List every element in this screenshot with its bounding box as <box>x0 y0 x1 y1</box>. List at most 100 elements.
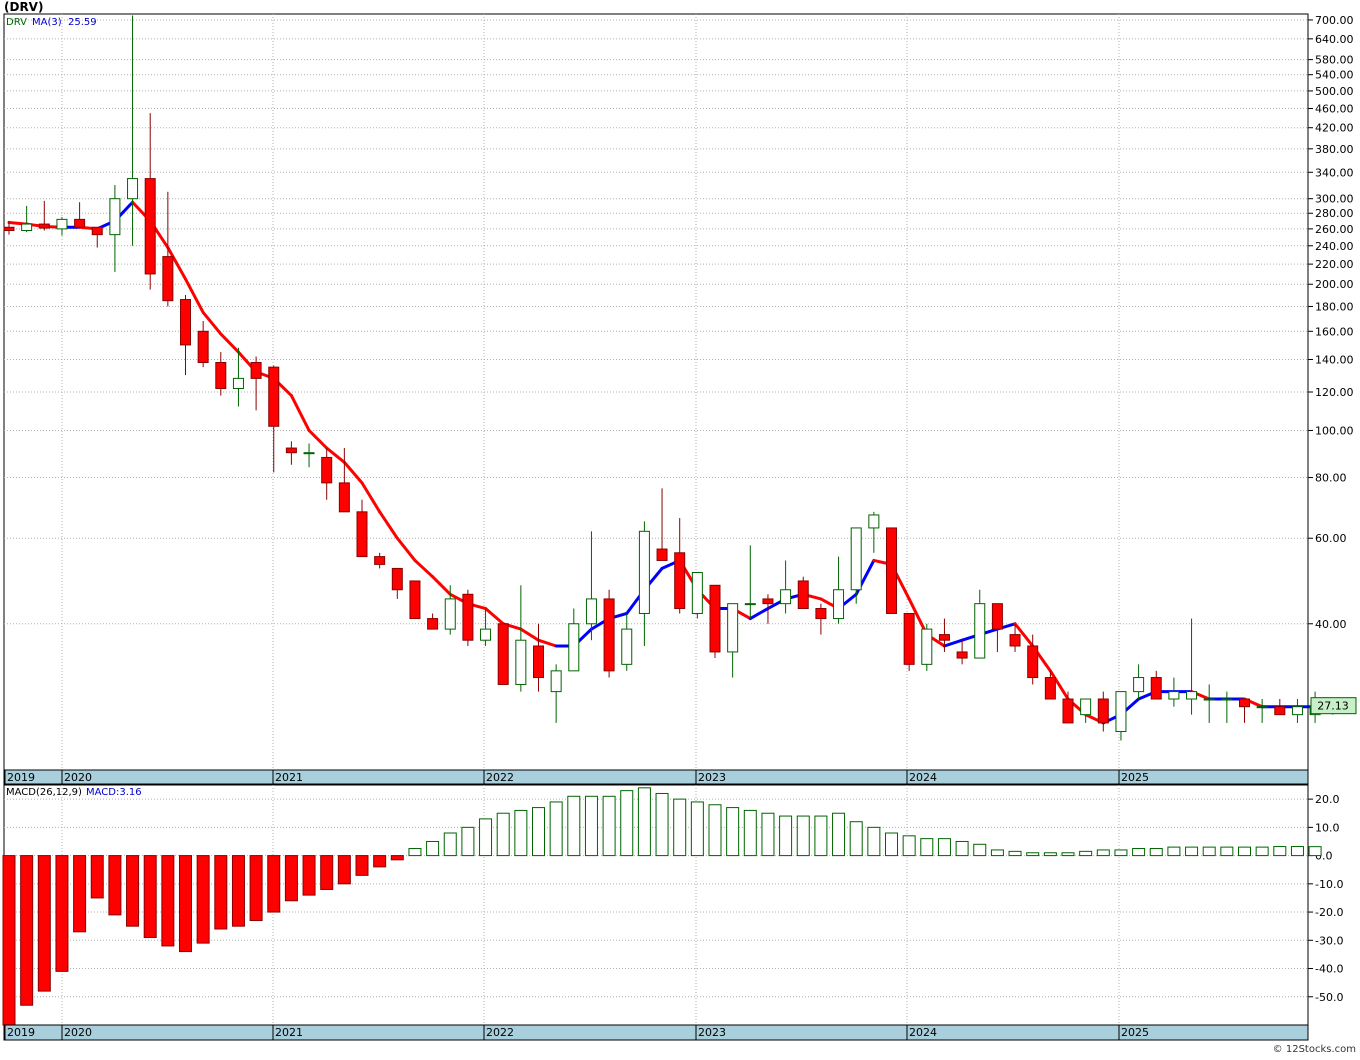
macd-bar <box>496 812 510 857</box>
macd-bar <box>1043 852 1057 857</box>
candle-body <box>144 178 156 275</box>
macd-bar <box>196 855 210 944</box>
price-tick-label: 380.00 <box>1315 143 1354 156</box>
macd-bar <box>637 787 651 857</box>
price-tick-label: 140.00 <box>1315 353 1354 366</box>
candle-body <box>391 567 403 591</box>
macd-bar <box>937 838 951 857</box>
macd-bar <box>849 821 863 857</box>
date-label: 2024 <box>909 771 937 784</box>
date-label: 2021 <box>275 771 303 784</box>
price-tick-label: 500.00 <box>1315 85 1354 98</box>
date-label: 2020 <box>64 771 92 784</box>
macd-bar <box>867 826 881 857</box>
candle-body <box>709 584 721 653</box>
price-tick-label: 100.00 <box>1315 424 1354 437</box>
candle-body <box>674 552 686 610</box>
candle-body <box>303 452 315 455</box>
macd-bar <box>1202 846 1216 857</box>
candle-body <box>603 598 615 672</box>
candle-body <box>444 598 456 630</box>
candle-body <box>850 527 862 591</box>
macd-tick-label: -10.0 <box>1315 878 1343 891</box>
chart-svg: (DRV) 40.00 60.00 80.00 100.00 120.00 140.00 1… <box>2 0 1357 1055</box>
macd-bar <box>814 815 828 857</box>
macd-bar <box>726 807 740 857</box>
macd-panel: 20.010.00.0-10.0-20.0-30.0-40.0-50.0MACD… <box>2 784 1343 1041</box>
macd-bar <box>567 795 581 857</box>
macd-bar <box>179 855 192 953</box>
candle-body <box>215 362 227 390</box>
macd-bar <box>161 855 175 947</box>
macd-bar <box>779 815 793 857</box>
candle-body <box>356 511 368 558</box>
candle-body <box>638 530 650 614</box>
candle-body <box>180 299 191 346</box>
macd-bar <box>37 855 51 992</box>
candle-body <box>38 223 50 229</box>
date-label: 2022 <box>486 1026 514 1039</box>
macd-bar <box>1238 846 1251 857</box>
macd-bar <box>584 795 598 857</box>
macd-tick-label: -40.0 <box>1315 963 1343 976</box>
price-tick-label: 220.00 <box>1315 258 1354 271</box>
price-tick-label: 700.00 <box>1315 14 1354 27</box>
candle-body <box>1097 698 1109 724</box>
price-tick-label: 160.00 <box>1315 325 1354 338</box>
price-tick-label: 460.00 <box>1315 103 1354 116</box>
macd-bar <box>1255 846 1269 857</box>
macd-bar <box>143 855 157 938</box>
candle-body <box>1291 706 1303 716</box>
candle-body <box>409 580 421 620</box>
price-panel: 40.00 60.00 80.00 100.00 120.00 140.00 160.00 1… <box>3 13 1357 785</box>
macd-bar <box>743 809 757 857</box>
candle-body <box>285 447 297 454</box>
macd-bar <box>2 855 16 1026</box>
macd-bar <box>1149 848 1163 857</box>
macd-bar <box>655 792 669 857</box>
candle-body <box>868 514 880 529</box>
macd-legend-value: MACD:3.16 <box>86 787 142 798</box>
macd-bar <box>214 855 228 930</box>
macd-bar <box>1079 850 1093 857</box>
candle-body <box>1256 706 1268 709</box>
candle-body <box>338 482 350 513</box>
candle-body <box>762 598 774 605</box>
macd-tick-label: 10.0 <box>1315 821 1340 834</box>
candle-body <box>1168 691 1180 700</box>
date-label: 2025 <box>1121 771 1149 784</box>
candle-body <box>780 589 792 605</box>
candle-body <box>974 603 986 659</box>
macd-bar <box>1061 852 1075 857</box>
macd-bar <box>920 838 934 857</box>
candle-body <box>585 598 597 625</box>
macd-bar <box>90 855 104 899</box>
candle-body <box>515 639 527 685</box>
candle-body <box>550 670 562 693</box>
candle-body <box>656 548 668 561</box>
date-strip-macd <box>3 1024 1309 1041</box>
macd-bar <box>514 809 528 857</box>
macd-tick-label: -30.0 <box>1315 934 1343 947</box>
macd-bar <box>1290 846 1304 857</box>
candle-body <box>56 218 68 230</box>
macd-bar <box>73 855 87 933</box>
candle-body <box>903 612 915 665</box>
date-label: 2025 <box>1121 1026 1149 1039</box>
chart-title: (DRV) <box>4 0 43 14</box>
price-tick-label: 300.00 <box>1315 193 1354 206</box>
price-tick-label: 420.00 <box>1315 122 1354 135</box>
candle-body <box>1274 706 1286 716</box>
candle-body <box>727 603 739 653</box>
macd-bar <box>1167 846 1181 857</box>
candle-body <box>162 256 174 302</box>
macd-bar <box>231 855 245 927</box>
macd-bar <box>549 801 563 857</box>
candle-body <box>1044 677 1056 700</box>
price-tick-label: 120.00 <box>1315 386 1354 399</box>
price-tick-label: 240.00 <box>1315 240 1354 253</box>
macd-bar <box>1026 852 1040 857</box>
price-tick-label: 580.00 <box>1315 54 1354 67</box>
macd-bar <box>55 855 69 972</box>
price-tick-label: 260.00 <box>1315 223 1354 236</box>
